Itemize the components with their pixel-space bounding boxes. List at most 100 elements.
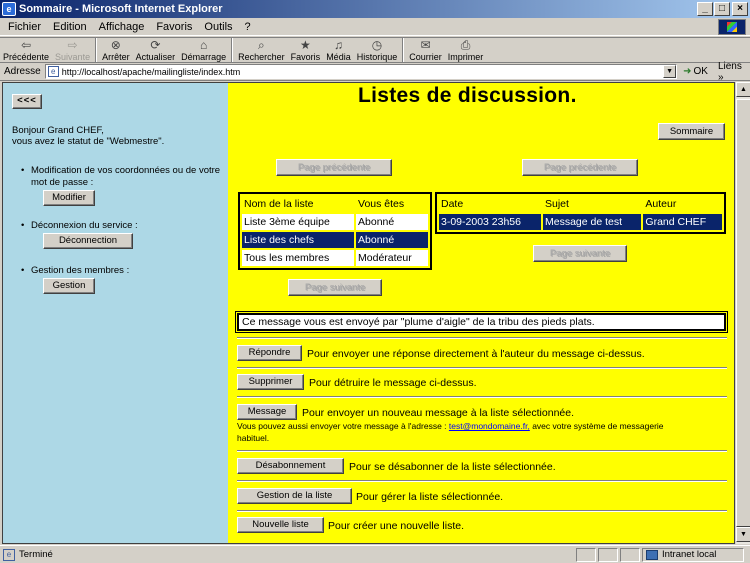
left-menu-list: Modification de vos coordonnées ou de vo…: [21, 165, 221, 305]
nouvelle-liste-button[interactable]: Nouvelle liste: [237, 517, 324, 533]
supprimer-desc: Pour détruire le message ci-dessus.: [309, 377, 477, 389]
nouvelle-liste-desc: Pour créer une nouvelle liste.: [328, 520, 464, 532]
go-button[interactable]: ➜ OK: [683, 66, 708, 77]
date-cell: 3-09-2003 23h56: [439, 214, 541, 230]
page-icon: e: [47, 66, 59, 77]
supprimer-button[interactable]: Supprimer: [237, 374, 304, 390]
stop-icon: ⊗: [110, 38, 121, 52]
col-header: Sujet: [545, 198, 569, 210]
messages-next-page-button[interactable]: Page suivante: [533, 245, 627, 262]
table-row[interactable]: Liste 3ème équipe Abonné: [242, 214, 428, 230]
col-header: Vous êtes: [358, 198, 405, 210]
list-item: Déconnexion du service : Déconnection: [21, 220, 221, 265]
table-row[interactable]: Tous les membres Modérateur: [242, 250, 428, 266]
vertical-scrollbar[interactable]: ▲ ▼: [735, 82, 750, 544]
list-name-cell: Tous les membres: [242, 250, 355, 266]
page-title: Listes de discussion.: [358, 84, 577, 107]
email-link[interactable]: test@mondomaine.fr,: [449, 421, 530, 431]
message-button[interactable]: Message: [237, 404, 297, 420]
messages-table: Date Sujet Auteur 3-09-2003 23h56 Messag…: [435, 192, 726, 234]
menu-fichier[interactable]: Fichier: [0, 21, 47, 33]
col-header: Nom de la liste: [244, 198, 314, 210]
links-label: Liens: [717, 60, 742, 72]
members-label: Gestion des membres :: [31, 265, 130, 276]
scroll-down-button[interactable]: ▼: [736, 527, 750, 542]
toolbar-label: Arrêter: [102, 52, 130, 62]
menu-affichage[interactable]: Affichage: [93, 21, 151, 33]
page-viewport: <<< Bonjour Grand CHEF, vous avez le sta…: [2, 82, 735, 544]
print-toolbar-button[interactable]: ⎙ Imprimer: [445, 38, 487, 63]
subject-cell: Message de test: [543, 214, 642, 230]
messages-prev-page-button[interactable]: Page précédente: [522, 159, 638, 176]
go-arrow-icon: ➜: [683, 66, 692, 77]
message-body: Ce message vous est envoyé par "plume d'…: [235, 311, 728, 333]
toolbar-label: Courrier: [409, 52, 442, 62]
ie-logo-icon: e: [2, 2, 16, 16]
toolbar-label: Suivante: [55, 52, 91, 62]
gestion-liste-button[interactable]: Gestion de la liste: [237, 488, 352, 504]
repondre-button[interactable]: Répondre: [237, 345, 302, 361]
sommaire-button[interactable]: Sommaire: [658, 123, 725, 140]
menu-edition[interactable]: Edition: [47, 21, 93, 33]
refresh-icon: ⟳: [150, 38, 161, 52]
maximize-button[interactable]: □: [714, 2, 730, 16]
status-cell: [620, 547, 640, 562]
menu-outils[interactable]: Outils: [198, 21, 238, 33]
links-button[interactable]: Liens »: [718, 61, 750, 83]
lists-next-page-button[interactable]: Page suivante: [288, 279, 382, 296]
lists-prev-page-button[interactable]: Page précédente: [276, 159, 392, 176]
list-item: Gestion des membres : Gestion: [21, 265, 221, 305]
mail-toolbar-button[interactable]: ✉ Courrier: [406, 38, 445, 63]
toolbar-label: Actualiser: [135, 52, 176, 62]
go-label: OK: [693, 66, 708, 77]
favorites-icon: ★: [300, 38, 311, 52]
table-header-row: Date Sujet Auteur: [439, 196, 722, 212]
list-name-cell: Liste des chefs: [242, 232, 355, 248]
logout-label: Déconnexion du service :: [31, 220, 138, 231]
refresh-toolbar-button[interactable]: ⟳ Actualiser: [133, 38, 179, 63]
back-nav-button[interactable]: <<<: [12, 94, 42, 109]
deconnection-button[interactable]: Déconnection: [43, 233, 133, 249]
back-arrow-toolbar-button[interactable]: ⇦ Précédente: [0, 38, 52, 63]
toolbar-label: Favoris: [290, 52, 321, 62]
status-text: Terminé: [19, 549, 53, 560]
menu-help[interactable]: ?: [239, 21, 257, 33]
note-text: Vous pouvez aussi envoyer votre message …: [237, 421, 447, 431]
scroll-up-button[interactable]: ▲: [736, 82, 750, 97]
address-bar: Adresse e http://localhost/apache/mailin…: [0, 61, 750, 83]
toolbar-separator: [402, 38, 405, 62]
scroll-thumb[interactable]: [736, 99, 750, 527]
menu-favoris[interactable]: Favoris: [150, 21, 198, 33]
gestion-membres-button[interactable]: Gestion: [43, 278, 95, 294]
history-toolbar-button[interactable]: ◷ Historique: [354, 38, 401, 63]
address-input[interactable]: e http://localhost/apache/mailingliste/i…: [44, 64, 678, 79]
divider: [237, 450, 727, 452]
table-header-row: Nom de la liste Vous êtes: [242, 196, 428, 212]
home-toolbar-button[interactable]: ⌂ Démarrage: [178, 38, 229, 63]
lists-table: Nom de la liste Vous êtes Liste 3ème équ…: [238, 192, 432, 270]
back-arrow-icon: ⇦: [20, 38, 32, 52]
table-row-selected[interactable]: 3-09-2003 23h56 Message de test Grand CH…: [439, 214, 722, 230]
minimize-button[interactable]: _: [697, 2, 713, 16]
toolbar-label: Démarrage: [181, 52, 227, 62]
window-title: Sommaire - Microsoft Internet Explorer: [19, 3, 223, 15]
col-header: Date: [441, 198, 464, 210]
main-panel: Listes de discussion. Sommaire Page préc…: [228, 83, 734, 543]
message-desc: Pour envoyer un nouveau message à la lis…: [302, 407, 575, 419]
forward-arrow-toolbar-button[interactable]: ⇨ Suivante: [52, 38, 93, 63]
media-icon: ♫: [333, 38, 343, 52]
modifier-button[interactable]: Modifier: [43, 190, 95, 206]
close-button[interactable]: ×: [732, 2, 748, 16]
note-text: avec votre système de messagerie: [532, 421, 664, 431]
toolbar-separator: [95, 38, 98, 62]
table-row-selected[interactable]: Liste des chefs Abonné: [242, 232, 428, 248]
desabonnement-button[interactable]: Désabonnement: [237, 458, 344, 474]
address-dropdown-button[interactable]: ▼: [663, 65, 677, 78]
stop-toolbar-button[interactable]: ⊗ Arrêter: [99, 38, 133, 63]
toolbar-label: Rechercher: [238, 52, 285, 62]
media-toolbar-button[interactable]: ♫ Média: [323, 38, 354, 63]
zone-label: Intranet local: [662, 549, 717, 560]
favorites-toolbar-button[interactable]: ★ Favoris: [288, 38, 324, 63]
search-toolbar-button[interactable]: ⌕ Rechercher: [235, 38, 288, 63]
mail-icon: ✉: [420, 38, 431, 52]
